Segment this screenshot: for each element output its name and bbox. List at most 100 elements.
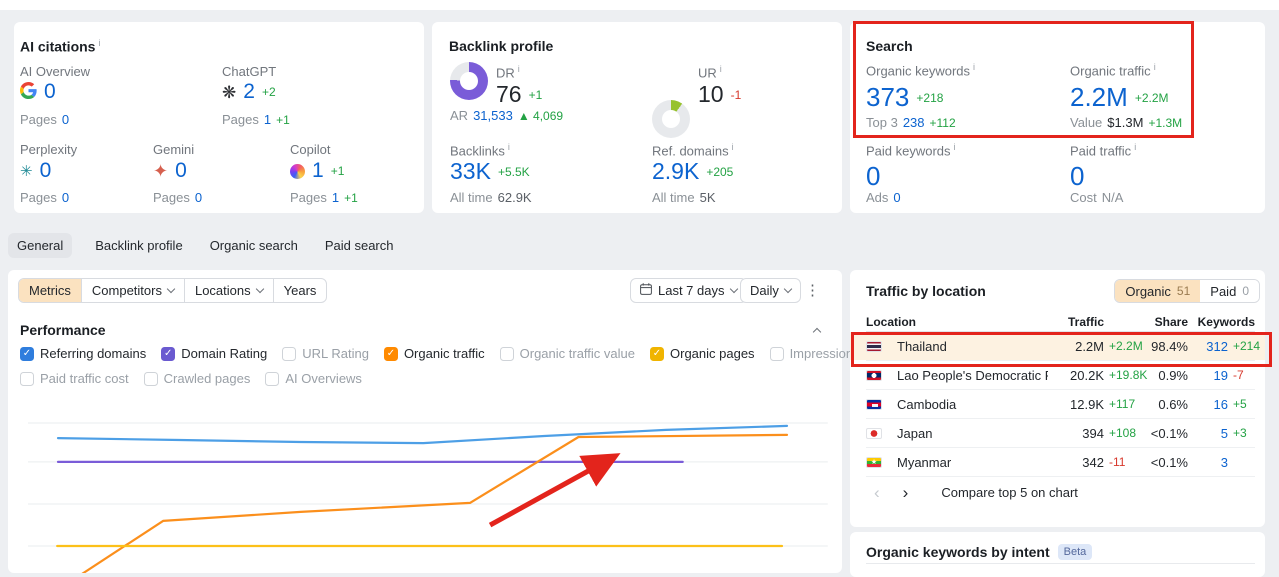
- chatgpt-value: 2: [243, 80, 255, 103]
- checked-icon[interactable]: ✓: [20, 346, 34, 361]
- checked-icon[interactable]: ✓: [383, 346, 398, 361]
- next-page-icon[interactable]: ›: [903, 484, 909, 501]
- compare-top5-link[interactable]: Compare top 5 on chart: [941, 485, 1078, 500]
- top3-value[interactable]: 238: [903, 115, 925, 130]
- dr-label: DR i: [496, 64, 520, 81]
- toggle-organic[interactable]: Organic 51: [1115, 280, 1201, 302]
- paid-traffic-value[interactable]: 0: [1070, 161, 1084, 192]
- pages-change: +1: [276, 112, 290, 127]
- column-traffic[interactable]: Traffic: [1048, 315, 1104, 329]
- top-white-bar: [0, 0, 1279, 10]
- unchecked-box[interactable]: [143, 371, 158, 386]
- traffic-value: 394: [1082, 425, 1104, 441]
- checkbox-organic-pages[interactable]: ✓ Organic pages: [650, 346, 755, 361]
- checkbox-url-rating[interactable]: URL Rating: [282, 346, 369, 361]
- keywords-value[interactable]: 5: [1188, 426, 1228, 441]
- unchecked-box[interactable]: [20, 371, 34, 386]
- top3-label: Top 3: [866, 115, 898, 130]
- checkbox-referring-domains[interactable]: ✓ Referring domains: [20, 346, 146, 361]
- ref-domains-value[interactable]: 2.9K: [652, 158, 699, 185]
- keywords-value[interactable]: 312: [1188, 339, 1228, 354]
- location-name: Lao People's Democratic Reput: [897, 367, 1048, 383]
- column-share[interactable]: Share: [1148, 315, 1188, 329]
- checkbox-organic-traffic-value[interactable]: Organic traffic value: [499, 346, 635, 361]
- competitors-filter-button[interactable]: Competitors: [80, 279, 184, 302]
- traffic-change: +2.2M: [1109, 339, 1143, 353]
- series-referring-domains[interactable]: [56, 424, 789, 445]
- ai-overview-label: AI Overview: [20, 64, 91, 79]
- location-row-thailand[interactable]: Thailand 2.2M +2.2M 98.4% 312 +214: [850, 332, 1265, 361]
- info-icon: i: [507, 142, 510, 152]
- tab-backlink-profile[interactable]: Backlink profile: [95, 238, 182, 253]
- ads-value[interactable]: 0: [893, 190, 900, 205]
- prev-page-icon[interactable]: ‹: [874, 484, 880, 501]
- locations-filter-button[interactable]: Locations: [183, 279, 273, 302]
- ahrefs-overview-dashboard: { "glyphs":{"info":"i","check":"✓","keba…: [0, 0, 1279, 577]
- tab-organic-search[interactable]: Organic search: [210, 238, 298, 253]
- pages-value[interactable]: 0: [62, 190, 69, 205]
- organic-traffic-change: +2.2M: [1134, 90, 1169, 105]
- share-value: <0.1%: [1150, 425, 1188, 441]
- location-row-japan[interactable]: Japan 394 +108 <0.1% 5 +3: [866, 419, 1255, 448]
- info-icon: i: [731, 142, 734, 152]
- location-pagination: ‹ › Compare top 5 on chart: [874, 484, 1078, 501]
- keywords-by-intent-panel: Organic keywords by intent Beta: [850, 532, 1265, 577]
- toggle-paid[interactable]: Paid 0: [1200, 280, 1259, 302]
- column-keywords[interactable]: Keywords: [1188, 315, 1255, 329]
- date-range-button[interactable]: Last 7 days: [630, 278, 747, 303]
- location-row-myanmar[interactable]: ★ Myanmar 342 -11 <0.1% 3: [866, 448, 1255, 477]
- performance-line-chart[interactable]: [8, 400, 842, 573]
- google-icon: [20, 81, 37, 103]
- granularity-button[interactable]: Daily: [740, 278, 801, 303]
- organic-keywords-value[interactable]: 373: [866, 82, 909, 113]
- copilot-value: 1: [312, 159, 324, 182]
- pages-value[interactable]: 0: [195, 190, 202, 205]
- keywords-value[interactable]: 19: [1188, 368, 1228, 383]
- unchecked-box[interactable]: [265, 371, 280, 386]
- location-row-cambodia[interactable]: Cambodia 12.9K +117 0.6% 16 +5: [866, 390, 1255, 419]
- section-tabs: General Backlink profile Organic search …: [8, 232, 394, 259]
- pages-value[interactable]: 1: [264, 112, 271, 127]
- unchecked-box[interactable]: [769, 346, 784, 361]
- collapse-chevron-icon[interactable]: [812, 327, 822, 337]
- backlinks-value[interactable]: 33K: [450, 158, 491, 185]
- column-location[interactable]: Location: [866, 315, 1048, 329]
- perplexity-value: 0: [39, 159, 52, 182]
- checkbox-ai-overviews[interactable]: AI Overviews: [265, 371, 362, 386]
- tab-general[interactable]: General: [8, 233, 73, 258]
- checkbox-impressions[interactable]: Impressions: [769, 346, 860, 361]
- checked-icon[interactable]: ✓: [161, 346, 176, 361]
- ur-label: UR i: [698, 64, 722, 81]
- pages-value[interactable]: 0: [62, 112, 69, 127]
- checkbox-domain-rating[interactable]: ✓ Domain Rating: [161, 346, 267, 361]
- pages-value[interactable]: 1: [332, 190, 339, 205]
- keywords-value[interactable]: 3: [1188, 455, 1228, 470]
- checkbox-organic-traffic[interactable]: ✓ Organic traffic: [383, 346, 485, 361]
- pages-change: +1: [344, 190, 358, 205]
- dr-value: 76: [496, 81, 522, 107]
- ar-value[interactable]: 31,533: [473, 108, 513, 123]
- unchecked-box[interactable]: [282, 346, 297, 361]
- checked-icon[interactable]: ✓: [650, 346, 664, 361]
- keywords-value[interactable]: 16: [1188, 397, 1228, 412]
- info-icon: i: [517, 64, 520, 74]
- tab-paid-search[interactable]: Paid search: [325, 238, 394, 253]
- checkbox-crawled-pages[interactable]: Crawled pages: [143, 371, 250, 386]
- years-filter-button[interactable]: Years: [272, 279, 327, 302]
- organic-traffic-value[interactable]: 2.2M: [1070, 82, 1128, 113]
- kebab-menu-icon[interactable]: ⋮: [805, 283, 820, 298]
- organic-keywords-label: Organic keywords i: [866, 62, 976, 79]
- traffic-change: +117: [1109, 397, 1136, 411]
- ref-domains-label: Ref. domains i: [652, 142, 734, 159]
- keywords-change: +3: [1233, 426, 1247, 440]
- paid-keywords-value[interactable]: 0: [866, 161, 880, 192]
- unchecked-box[interactable]: [499, 346, 514, 361]
- copilot-change: +1: [330, 164, 345, 178]
- checkbox-paid-traffic-cost[interactable]: Paid traffic cost: [20, 371, 129, 386]
- location-row-lao-people-s-democratic-reput[interactable]: Lao People's Democratic Reput 20.2K +19.8K…: [866, 361, 1255, 390]
- info-icon: i: [1153, 62, 1156, 72]
- checkbox-label: URL Rating: [302, 346, 369, 361]
- paid-keywords-label: Paid keywords i: [866, 142, 956, 159]
- metrics-filter-button[interactable]: Metrics: [19, 279, 81, 302]
- metric-checkbox-row-1: ✓ Referring domains ✓ Domain Rating URL Rati…: [20, 346, 956, 361]
